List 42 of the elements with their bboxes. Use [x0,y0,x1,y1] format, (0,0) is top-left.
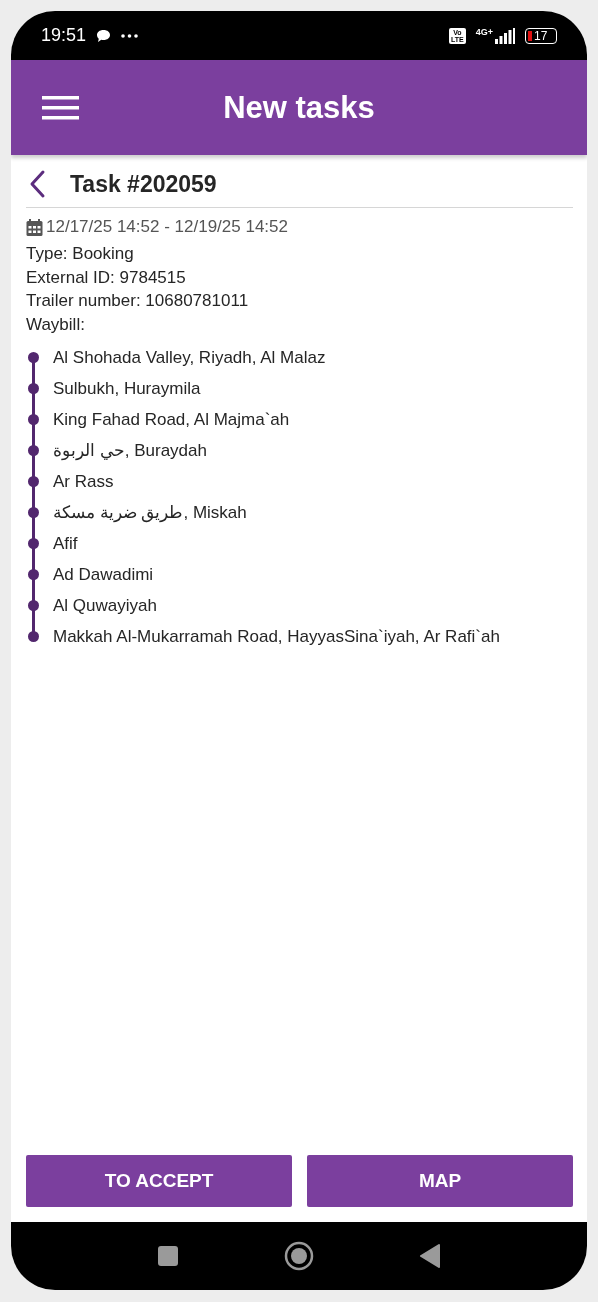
waybill-stop: Afif [53,533,78,554]
stop-dot [28,507,39,518]
chat-bubble-icon [96,28,112,43]
back-icon [28,169,46,199]
stop-dot [28,631,39,642]
app-bar-title: New tasks [223,89,375,125]
stop-dot [28,352,39,363]
waybill-stop: طريق ضرية مسكة, Miskah [53,502,247,523]
status-time: 19:51 [41,25,87,46]
task-period: 12/17/25 14:52 - 12/19/25 14:52 [46,217,288,237]
stop-dot [28,476,39,487]
waybill-stop: Ar Rass [53,471,114,492]
waybill-stop: Al Shohada Valley, Riyadh, Al Malaz [53,347,326,368]
network-label: 4G+ [475,27,493,37]
stop-dot [28,383,39,394]
task-detail: Trailer number: 10680781011 [26,290,250,312]
calendar-icon [26,218,43,236]
waybill-stop: Sulbukh, Huraymila [53,378,201,399]
stop-dot [28,600,39,611]
stop-dot [28,569,39,580]
waybill-stop: Ad Dawadimi [53,564,154,585]
stop-dot [28,445,39,456]
recents-icon[interactable] [157,1245,179,1267]
task-detail: External ID: 9784515 [26,266,187,289]
action-button[interactable]: TO ACCEPT [26,1155,292,1207]
menu-icon [42,93,80,122]
waybill-stop: حي الربوة, Buraydah [53,440,207,461]
signal-icon [495,27,515,44]
waybill-stop: King Fahad Road, Al Majma`ah [53,409,290,430]
stop-dot [28,414,39,425]
menu-button[interactable] [42,93,80,122]
more-icon [121,33,139,38]
action-button[interactable]: MAP [307,1155,573,1207]
back-nav-icon[interactable] [419,1244,441,1268]
task-detail: Waybill: [26,313,86,336]
waybill-stop: Al Quwayiyah [53,595,157,616]
stop-dot [28,538,39,549]
task-detail: Type: Booking [26,243,135,265]
waybill-stop: Makkah Al-Mukarramah Road, HayyasSina`iyah, Ar Rafi`ah [53,626,500,647]
task-title: Task #202059 [70,170,217,198]
battery-indicator: 17 [525,27,557,44]
home-icon[interactable] [284,1241,314,1271]
